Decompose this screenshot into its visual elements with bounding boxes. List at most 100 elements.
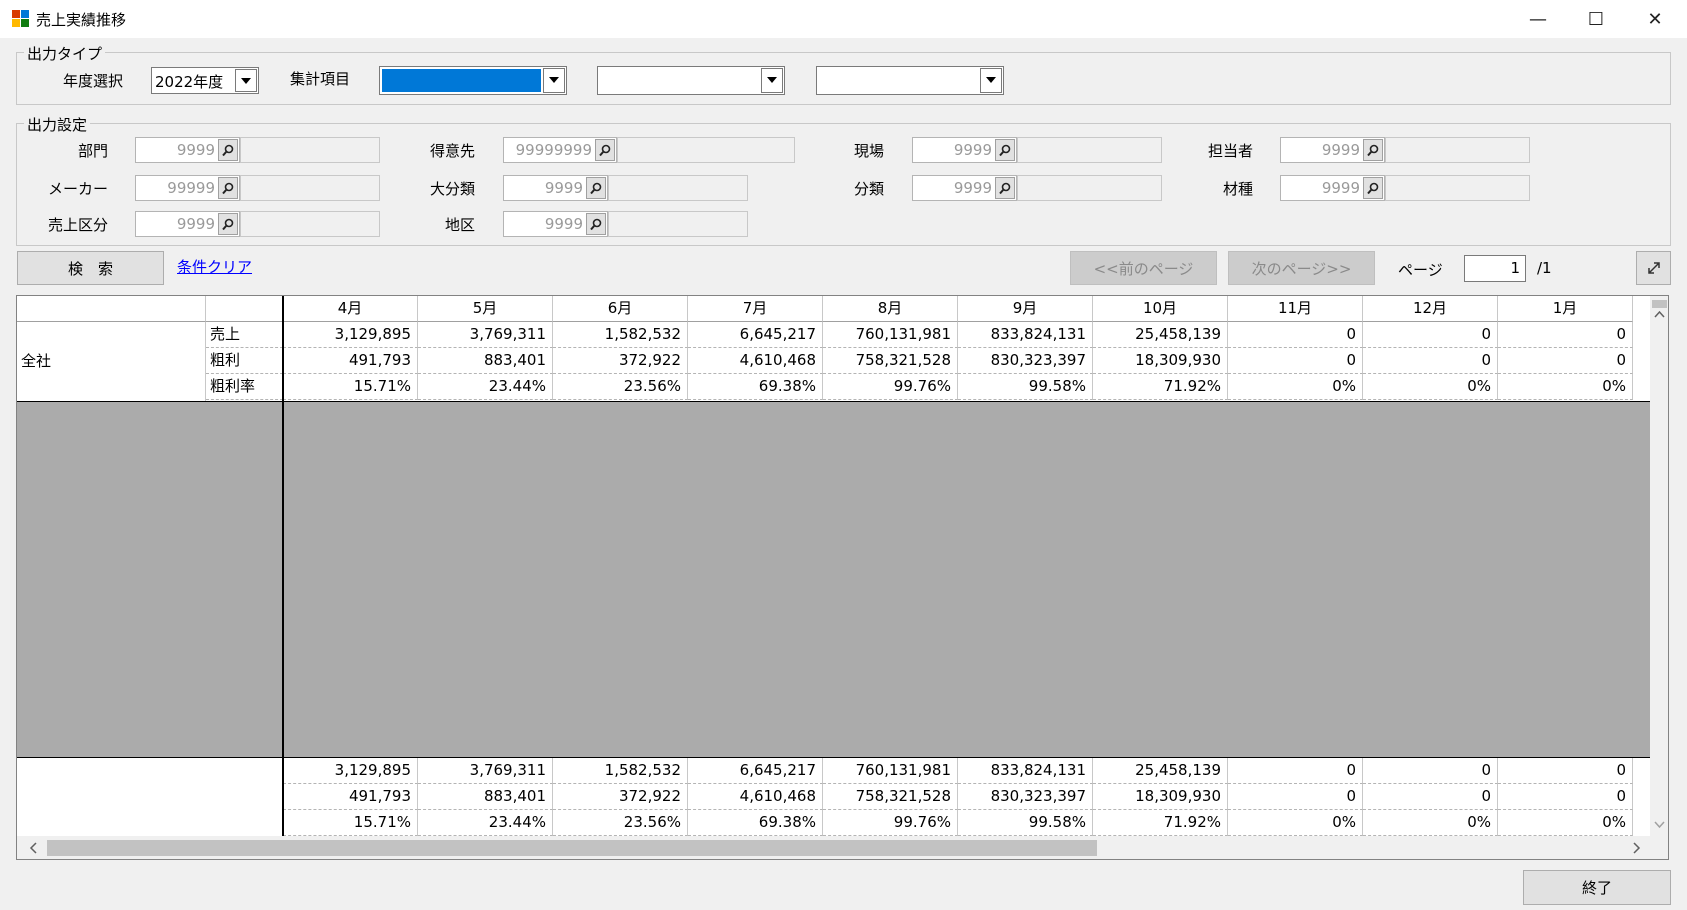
- setting-code-input[interactable]: 99999999: [503, 137, 617, 163]
- total-cell[interactable]: 99.76%: [823, 810, 958, 836]
- total-cell[interactable]: 99.58%: [958, 810, 1093, 836]
- chevron-down-icon[interactable]: [761, 68, 783, 93]
- chevron-down-icon[interactable]: [543, 68, 565, 93]
- total-cell[interactable]: 0: [1363, 758, 1498, 784]
- total-cell[interactable]: 883,401: [418, 784, 553, 810]
- lookup-button[interactable]: [218, 213, 238, 235]
- data-cell[interactable]: 758,321,528: [823, 348, 958, 374]
- data-cell[interactable]: 23.44%: [418, 374, 553, 400]
- vertical-scroll-thumb[interactable]: [1652, 300, 1667, 308]
- data-cell[interactable]: 15.71%: [283, 374, 418, 400]
- total-cell[interactable]: 0%: [1363, 810, 1498, 836]
- data-cell[interactable]: 69.38%: [688, 374, 823, 400]
- prev-page-button[interactable]: <<前のページ: [1070, 251, 1217, 285]
- aggregation-select-2[interactable]: [597, 66, 785, 95]
- data-cell[interactable]: 372,922: [553, 348, 688, 374]
- total-cell[interactable]: 0%: [1498, 810, 1633, 836]
- setting-code-input[interactable]: 99999: [135, 175, 240, 201]
- lookup-button[interactable]: [595, 139, 615, 161]
- page-number-input[interactable]: 1: [1464, 255, 1526, 282]
- lookup-button[interactable]: [995, 139, 1015, 161]
- data-cell[interactable]: 830,323,397: [958, 348, 1093, 374]
- total-cell[interactable]: 0: [1228, 758, 1363, 784]
- total-cell[interactable]: 372,922: [553, 784, 688, 810]
- chevron-down-icon[interactable]: [1654, 821, 1665, 829]
- total-cell[interactable]: 0: [1363, 784, 1498, 810]
- year-select[interactable]: 2022年度: [151, 67, 259, 94]
- data-cell[interactable]: 18,309,930: [1093, 348, 1228, 374]
- setting-code-input[interactable]: 9999: [135, 211, 240, 237]
- expand-button[interactable]: [1636, 251, 1671, 285]
- data-cell[interactable]: 71.92%: [1093, 374, 1228, 400]
- column-header[interactable]: 11月: [1228, 296, 1363, 322]
- chevron-down-icon[interactable]: [980, 68, 1002, 93]
- data-cell[interactable]: 0: [1498, 348, 1633, 374]
- setting-code-input[interactable]: 9999: [503, 175, 608, 201]
- setting-code-input[interactable]: 9999: [1280, 137, 1385, 163]
- total-cell[interactable]: 0: [1228, 784, 1363, 810]
- horizontal-scrollbar[interactable]: [17, 836, 1668, 859]
- data-cell[interactable]: 760,131,981: [823, 322, 958, 348]
- total-cell[interactable]: 0: [1498, 784, 1633, 810]
- exit-button[interactable]: 終了: [1523, 870, 1671, 905]
- results-grid[interactable]: 4月 5月 6月 7月 8月 9月 10月 11月 12月 1月 全社 売上 3,129,895 3,76…: [16, 295, 1669, 860]
- maximize-button[interactable]: ☐: [1567, 0, 1625, 38]
- lookup-button[interactable]: [586, 177, 606, 199]
- clear-conditions-link[interactable]: 条件クリア: [177, 256, 252, 277]
- total-cell[interactable]: 71.92%: [1093, 810, 1228, 836]
- next-page-button[interactable]: 次のページ>>: [1228, 251, 1375, 285]
- search-button[interactable]: 検 索: [17, 251, 164, 285]
- total-cell[interactable]: 3,129,895: [283, 758, 418, 784]
- column-header[interactable]: 12月: [1363, 296, 1498, 322]
- close-button[interactable]: ✕: [1626, 0, 1684, 38]
- total-cell[interactable]: 6,645,217: [688, 758, 823, 784]
- column-header[interactable]: 7月: [688, 296, 823, 322]
- setting-code-input[interactable]: 9999: [912, 175, 1017, 201]
- data-cell[interactable]: 4,610,468: [688, 348, 823, 374]
- data-cell[interactable]: 833,824,131: [958, 322, 1093, 348]
- column-header[interactable]: 6月: [553, 296, 688, 322]
- data-cell[interactable]: 99.76%: [823, 374, 958, 400]
- total-cell[interactable]: 1,582,532: [553, 758, 688, 784]
- data-cell[interactable]: 0: [1228, 322, 1363, 348]
- column-header[interactable]: 4月: [283, 296, 418, 322]
- minimize-button[interactable]: —: [1509, 0, 1567, 38]
- lookup-button[interactable]: [995, 177, 1015, 199]
- total-cell[interactable]: 3,769,311: [418, 758, 553, 784]
- total-cell[interactable]: 18,309,930: [1093, 784, 1228, 810]
- data-cell[interactable]: 0%: [1363, 374, 1498, 400]
- lookup-button[interactable]: [218, 177, 238, 199]
- setting-code-input[interactable]: 9999: [1280, 175, 1385, 201]
- total-cell[interactable]: 758,321,528: [823, 784, 958, 810]
- total-cell[interactable]: 69.38%: [688, 810, 823, 836]
- chevron-up-icon[interactable]: [1654, 310, 1665, 318]
- total-cell[interactable]: 491,793: [283, 784, 418, 810]
- setting-code-input[interactable]: 9999: [503, 211, 608, 237]
- total-cell[interactable]: 23.44%: [418, 810, 553, 836]
- setting-code-input[interactable]: 9999: [135, 137, 240, 163]
- data-cell[interactable]: 6,645,217: [688, 322, 823, 348]
- chevron-left-icon[interactable]: [29, 842, 37, 854]
- data-cell[interactable]: 99.58%: [958, 374, 1093, 400]
- data-cell[interactable]: 0: [1228, 348, 1363, 374]
- column-header[interactable]: 5月: [418, 296, 553, 322]
- data-cell[interactable]: 3,129,895: [283, 322, 418, 348]
- column-header[interactable]: 10月: [1093, 296, 1228, 322]
- column-header[interactable]: 8月: [823, 296, 958, 322]
- column-header[interactable]: 9月: [958, 296, 1093, 322]
- data-cell[interactable]: 883,401: [418, 348, 553, 374]
- data-cell[interactable]: 0: [1498, 322, 1633, 348]
- total-cell[interactable]: 0: [1498, 758, 1633, 784]
- total-cell[interactable]: 830,323,397: [958, 784, 1093, 810]
- chevron-right-icon[interactable]: [1633, 842, 1641, 854]
- chevron-down-icon[interactable]: [235, 69, 257, 92]
- data-cell[interactable]: 0: [1363, 348, 1498, 374]
- lookup-button[interactable]: [1363, 139, 1383, 161]
- lookup-button[interactable]: [586, 213, 606, 235]
- column-header[interactable]: 1月: [1498, 296, 1633, 322]
- lookup-button[interactable]: [218, 139, 238, 161]
- data-cell[interactable]: 0: [1363, 322, 1498, 348]
- data-cell[interactable]: 23.56%: [553, 374, 688, 400]
- data-cell[interactable]: 25,458,139: [1093, 322, 1228, 348]
- total-cell[interactable]: 833,824,131: [958, 758, 1093, 784]
